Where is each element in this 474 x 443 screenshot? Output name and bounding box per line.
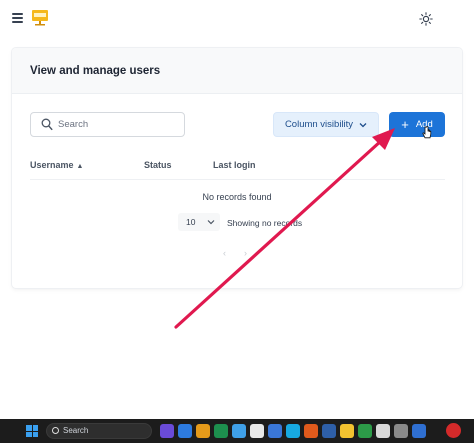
taskbar-app-icon[interactable] xyxy=(250,424,264,438)
column-visibility-button[interactable]: Column visibility xyxy=(273,112,379,137)
taskbar-app-icon[interactable] xyxy=(178,424,192,438)
taskbar-app-icon[interactable] xyxy=(358,424,372,438)
taskbar-app-icon[interactable] xyxy=(446,423,461,438)
column-header-username[interactable]: Username ▲ xyxy=(30,160,83,170)
chevron-down-icon xyxy=(359,122,367,127)
taskbar-search[interactable]: Search xyxy=(46,423,152,439)
app-window: View and manage users Column visibility … xyxy=(0,0,474,419)
taskbar-app-icon[interactable] xyxy=(412,424,426,438)
taskbar-app-icon[interactable] xyxy=(376,424,390,438)
page-size-value: 10 xyxy=(186,217,196,227)
column-header-status[interactable]: Status xyxy=(144,160,172,170)
windows-start-icon[interactable] xyxy=(26,425,38,437)
taskbar-app-icon[interactable] xyxy=(232,424,246,438)
taskbar-app-icon[interactable] xyxy=(268,424,282,438)
chevron-left-icon[interactable]: ‹ xyxy=(223,248,226,258)
app-logo-icon xyxy=(32,10,48,26)
taskbar-app-icon[interactable] xyxy=(214,424,228,438)
search-input[interactable] xyxy=(58,113,178,136)
column-visibility-label: Column visibility xyxy=(284,119,354,130)
users-card: View and manage users Column visibility … xyxy=(12,48,462,288)
theme-toggle-icon[interactable] xyxy=(419,12,433,26)
chevron-down-icon xyxy=(208,220,215,225)
taskbar-apps xyxy=(160,424,426,438)
card-header: View and manage users xyxy=(12,48,462,94)
search-box[interactable] xyxy=(30,112,185,137)
search-icon xyxy=(41,118,53,131)
sort-ascending-icon: ▲ xyxy=(76,163,84,170)
taskbar-app-icon[interactable] xyxy=(196,424,210,438)
chevron-right-icon[interactable]: › xyxy=(244,248,247,258)
taskbar-app-icon[interactable] xyxy=(340,424,354,438)
column-header-last-login[interactable]: Last login xyxy=(213,160,256,170)
taskbar-app-icon[interactable] xyxy=(286,424,300,438)
pointer-cursor-icon xyxy=(422,126,432,139)
taskbar-app-icon[interactable] xyxy=(394,424,408,438)
taskbar-app-icon[interactable] xyxy=(160,424,174,438)
records-info: Showing no records xyxy=(227,218,303,228)
menu-icon[interactable] xyxy=(12,13,23,23)
page-size-select[interactable]: 10 xyxy=(178,213,220,231)
add-user-button[interactable]: + Add xyxy=(389,112,445,137)
plus-icon: + xyxy=(401,116,409,132)
top-bar xyxy=(0,0,474,38)
taskbar: Search xyxy=(0,419,474,443)
page-title: View and manage users xyxy=(30,65,161,77)
taskbar-app-icon[interactable] xyxy=(304,424,318,438)
table-divider xyxy=(30,179,445,180)
taskbar-app-icon[interactable] xyxy=(322,424,336,438)
empty-message: No records found xyxy=(202,192,272,202)
